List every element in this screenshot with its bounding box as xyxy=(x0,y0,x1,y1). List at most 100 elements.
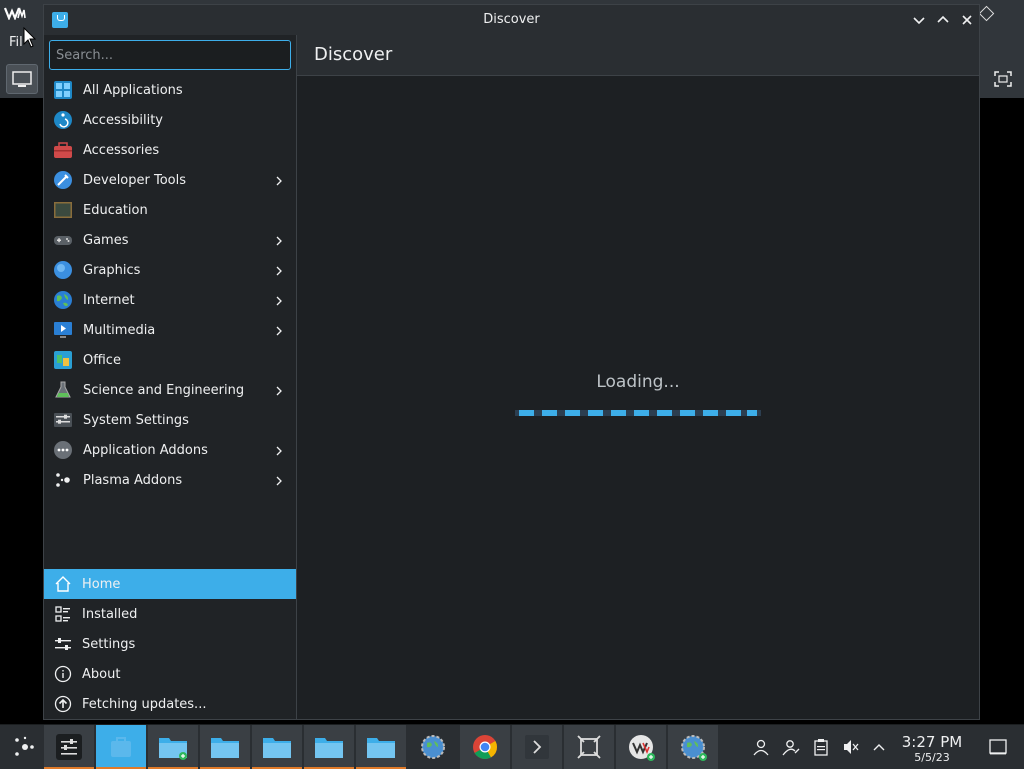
taskbar: 3:27 PM 5/5/23 xyxy=(0,724,1024,769)
category-plasma-addons[interactable]: Plasma Addons xyxy=(44,465,296,495)
window-title: Discover xyxy=(483,12,540,27)
grid-icon xyxy=(53,80,73,100)
nav-fetching-updates[interactable]: Fetching updates... xyxy=(44,689,296,719)
clock-date[interactable]: 5/5/23 xyxy=(896,751,968,764)
update-arrow-icon xyxy=(54,695,72,713)
gamepad-icon xyxy=(53,230,73,250)
category-internet[interactable]: Internet xyxy=(44,285,296,315)
nav-installed[interactable]: Installed xyxy=(44,599,296,629)
accessibility-icon xyxy=(53,110,73,130)
taskbar-globe-settings[interactable] xyxy=(668,725,718,769)
nav-settings[interactable]: Settings xyxy=(44,629,296,659)
globe-icon xyxy=(53,290,73,310)
discover-window: Discover All Applications Accessibil xyxy=(43,4,980,720)
search-input[interactable] xyxy=(49,40,291,70)
category-graphics[interactable]: Graphics xyxy=(44,255,296,285)
category-label: Office xyxy=(83,352,121,368)
toolbox-icon xyxy=(53,140,73,160)
taskbar-discover[interactable] xyxy=(96,725,146,769)
volume-muted-icon[interactable] xyxy=(841,737,861,757)
graphics-icon xyxy=(53,260,73,280)
taskbar-folder-3[interactable] xyxy=(252,725,302,769)
bottom-navigation: Home Installed Settings About Fetching u… xyxy=(44,569,296,719)
category-label: Application Addons xyxy=(83,442,208,458)
category-label: Education xyxy=(83,202,148,218)
chevron-right-icon xyxy=(272,383,286,397)
user-icon[interactable] xyxy=(751,737,771,757)
fullscreen-icon[interactable] xyxy=(993,70,1013,88)
nav-label: Settings xyxy=(82,636,136,652)
nav-label: Home xyxy=(82,576,121,592)
clipboard-icon[interactable] xyxy=(811,737,831,757)
category-label: Graphics xyxy=(83,262,141,278)
taskbar-folder-5[interactable] xyxy=(356,725,406,769)
category-all-applications[interactable]: All Applications xyxy=(44,75,296,105)
category-system-settings[interactable]: System Settings xyxy=(44,405,296,435)
chevron-right-icon xyxy=(272,323,286,337)
taskbar-folder-4[interactable] xyxy=(304,725,354,769)
minimize-button[interactable] xyxy=(910,11,928,29)
background-file-menu[interactable]: Fil xyxy=(9,35,23,50)
category-accessibility[interactable]: Accessibility xyxy=(44,105,296,135)
nav-label: About xyxy=(82,666,121,682)
clock-time[interactable]: 3:27 PM xyxy=(896,733,968,751)
taskbar-folder-1[interactable] xyxy=(148,725,198,769)
chevron-up-icon[interactable] xyxy=(869,737,889,757)
settings-sliders-icon xyxy=(54,635,72,653)
taskbar-settings-globe[interactable] xyxy=(408,725,458,769)
taskbar-folder-2[interactable] xyxy=(200,725,250,769)
chevron-right-icon xyxy=(272,443,286,457)
taskbar-chrome[interactable] xyxy=(460,725,510,769)
category-games[interactable]: Games xyxy=(44,225,296,255)
chevron-right-icon xyxy=(272,473,286,487)
info-icon xyxy=(54,665,72,683)
chevron-right-icon xyxy=(272,293,286,307)
category-application-addons[interactable]: Application Addons xyxy=(44,435,296,465)
category-label: Developer Tools xyxy=(83,172,187,188)
category-office[interactable]: Office xyxy=(44,345,296,375)
category-multimedia[interactable]: Multimedia xyxy=(44,315,296,345)
show-desktop-icon[interactable] xyxy=(988,737,1008,757)
close-button[interactable] xyxy=(958,11,976,29)
blackboard-icon xyxy=(53,200,73,220)
monitor-icon[interactable] xyxy=(6,64,38,94)
taskbar-system-settings[interactable] xyxy=(44,725,94,769)
chevron-right-icon xyxy=(272,263,286,277)
office-icon xyxy=(53,350,73,370)
developer-tools-icon xyxy=(53,170,73,190)
chevron-right-icon xyxy=(272,233,286,247)
category-label: Accessories xyxy=(83,142,160,158)
maximize-button[interactable] xyxy=(934,11,952,29)
category-label: Internet xyxy=(83,292,135,308)
category-science-and-engineering[interactable]: Science and Engineering xyxy=(44,375,296,405)
loading-progress-bar xyxy=(515,410,761,416)
system-settings-icon xyxy=(53,410,73,430)
application-launcher-button[interactable] xyxy=(0,725,50,769)
main-content: Discover Loading... xyxy=(297,35,979,719)
home-icon xyxy=(54,575,72,593)
page-header: Discover xyxy=(297,35,979,76)
nav-home[interactable]: Home xyxy=(44,569,296,599)
nav-about[interactable]: About xyxy=(44,659,296,689)
loading-text: Loading... xyxy=(596,372,680,392)
sidebar: All Applications Accessibility Accessori… xyxy=(44,35,297,719)
category-education[interactable]: Education xyxy=(44,195,296,225)
category-label: Plasma Addons xyxy=(83,472,183,488)
taskbar-vm-app[interactable] xyxy=(616,725,666,769)
user-switch-icon[interactable] xyxy=(781,737,801,757)
page-title: Discover xyxy=(314,44,393,65)
category-label: Multimedia xyxy=(83,322,156,338)
category-accessories[interactable]: Accessories xyxy=(44,135,296,165)
title-bar[interactable]: Discover xyxy=(44,5,979,35)
category-label: System Settings xyxy=(83,412,189,428)
category-label: Games xyxy=(83,232,129,248)
category-list: All Applications Accessibility Accessori… xyxy=(44,75,296,495)
vm-logo-icon xyxy=(3,6,26,21)
installed-icon xyxy=(54,605,72,623)
category-developer-tools[interactable]: Developer Tools xyxy=(44,165,296,195)
taskbar-kwin-tool[interactable] xyxy=(564,725,614,769)
taskbar-terminal[interactable] xyxy=(512,725,562,769)
mouse-cursor-icon xyxy=(23,27,37,48)
chevron-right-icon xyxy=(272,173,286,187)
category-label: Accessibility xyxy=(83,112,163,128)
